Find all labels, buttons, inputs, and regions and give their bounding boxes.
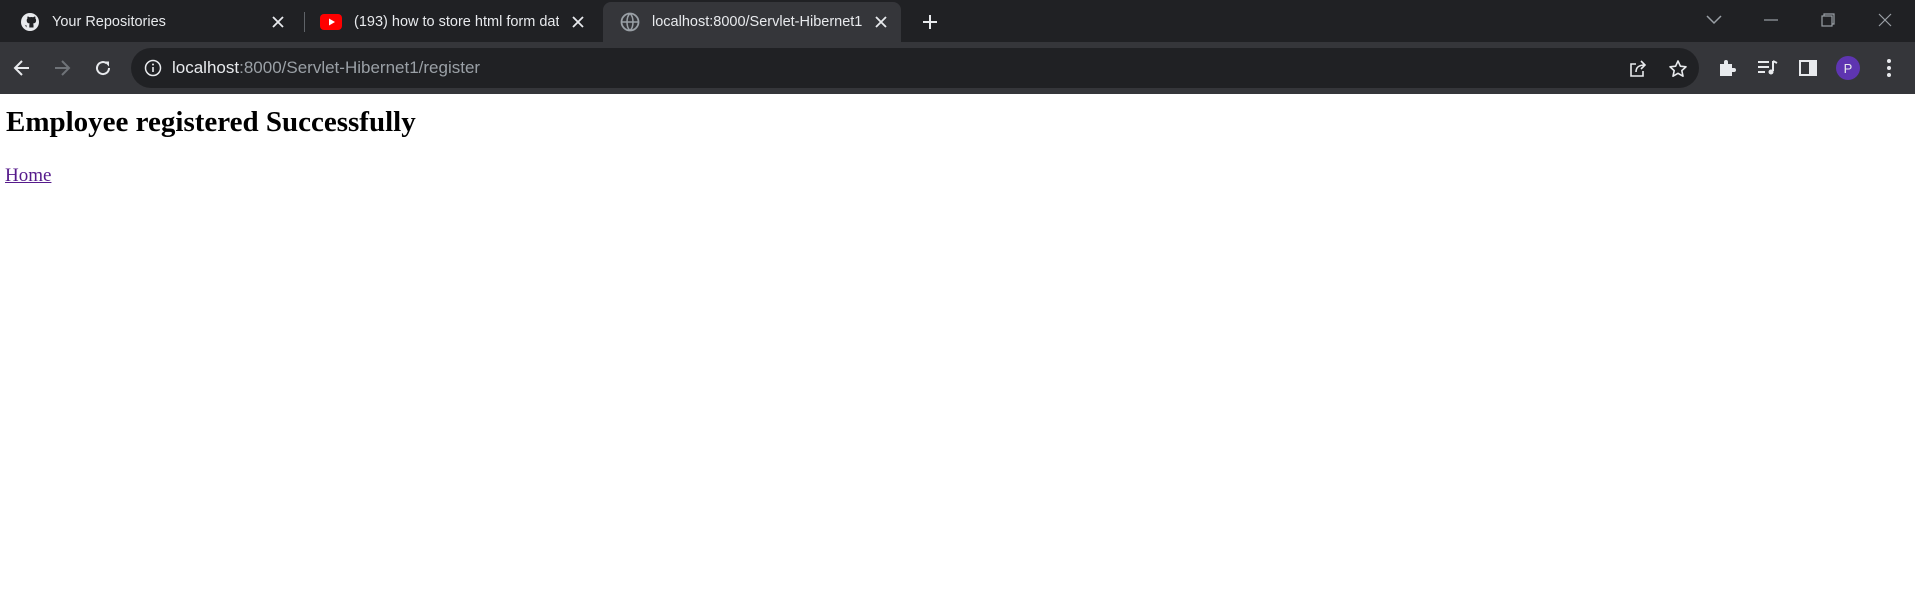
more-menu-icon[interactable] [1876, 55, 1902, 81]
back-button[interactable] [8, 54, 36, 82]
restore-icon [1821, 13, 1835, 27]
arrow-right-icon [52, 58, 72, 78]
tab-localhost-active[interactable]: localhost:8000/Servlet-Hibernet1 [603, 2, 901, 42]
reload-icon [93, 58, 113, 78]
url-text[interactable]: localhost:8000/Servlet-Hibernet1/registe… [172, 58, 480, 78]
minimize-icon [1764, 19, 1778, 21]
address-bar[interactable]: localhost:8000/Servlet-Hibernet1/registe… [131, 48, 1699, 88]
tab-strip: Your Repositories (193) how to store htm… [0, 0, 1915, 42]
tab-title: (193) how to store html form dat [354, 14, 559, 30]
tab-youtube-video[interactable]: (193) how to store html form dat [300, 2, 600, 42]
globe-icon [620, 12, 640, 32]
tab-title: Your Repositories [52, 14, 166, 30]
close-window-button[interactable] [1871, 8, 1899, 32]
profile-avatar[interactable]: P [1836, 56, 1860, 80]
home-link[interactable]: Home [5, 165, 51, 187]
minimize-button[interactable] [1757, 8, 1785, 32]
new-tab-button[interactable] [916, 10, 944, 34]
plus-icon [921, 13, 939, 31]
media-control-icon[interactable] [1754, 55, 1780, 81]
url-path: :8000/Servlet-Hibernet1/register [239, 58, 481, 77]
browser-toolbar: localhost:8000/Servlet-Hibernet1/registe… [0, 42, 1915, 94]
close-icon[interactable] [871, 12, 891, 32]
tab-search-button[interactable] [1700, 8, 1728, 32]
side-panel-icon[interactable] [1795, 55, 1821, 81]
url-host: localhost [172, 58, 240, 77]
close-icon [1878, 13, 1892, 27]
youtube-icon [320, 14, 342, 30]
chevron-down-icon [1706, 15, 1722, 25]
restore-button[interactable] [1814, 8, 1842, 32]
star-icon[interactable] [1667, 58, 1689, 80]
reload-button[interactable] [89, 54, 117, 82]
page-heading: Employee registered Successfully [6, 106, 416, 138]
close-icon[interactable] [568, 12, 588, 32]
tab-your-repositories[interactable]: Your Repositories [0, 2, 300, 42]
close-icon[interactable] [268, 12, 288, 32]
share-icon[interactable] [1627, 58, 1649, 80]
tab-title: localhost:8000/Servlet-Hibernet1 [652, 14, 863, 30]
page-content: Employee registered Successfully Home [0, 94, 1915, 608]
info-icon[interactable] [144, 59, 162, 77]
arrow-left-icon [12, 58, 32, 78]
extensions-icon[interactable] [1714, 55, 1740, 81]
github-icon [20, 12, 40, 32]
forward-button[interactable] [48, 54, 76, 82]
